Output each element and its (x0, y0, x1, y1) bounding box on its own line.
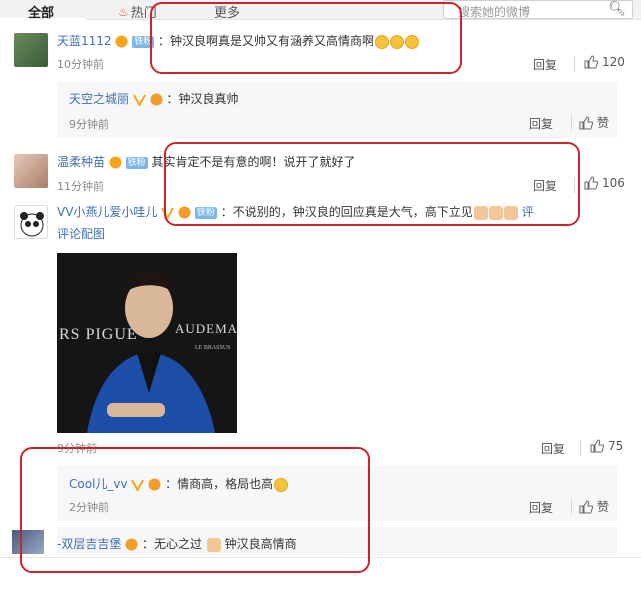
divider (574, 56, 575, 72)
divider (571, 499, 572, 515)
photo-text-right: AUDEMARS (175, 321, 237, 336)
reply-button[interactable]: 回复 (533, 56, 557, 73)
photo-text-left: RS PIGUE (59, 326, 138, 343)
divider (580, 440, 581, 456)
thumbs-up-icon (590, 439, 604, 453)
like-count: 120 (602, 55, 625, 69)
panda-icon (20, 212, 44, 237)
avatar[interactable] (14, 33, 48, 67)
thumbs-up-icon (579, 115, 593, 129)
search-icon[interactable]: 🔍︎ (608, 1, 626, 17)
like-button[interactable]: 120 (584, 55, 625, 69)
comment-photo[interactable]: RS PIGUE AUDEMARS LE BRASSUS (57, 253, 237, 433)
vip-icon (132, 93, 146, 108)
reply-line: 天空之城丽 ：钟汉良真帅 (69, 90, 239, 108)
avatar[interactable] (14, 154, 48, 188)
fan-badge: 铁粉 (125, 156, 148, 169)
username[interactable]: 温柔种苗 (57, 155, 105, 169)
thumbs-up-icon (584, 55, 598, 69)
timestamp: 11分钟前 (57, 180, 104, 193)
like-button[interactable]: 赞 (579, 114, 609, 131)
fire-icon: ♨ (118, 4, 129, 19)
like-button[interactable]: 75 (590, 439, 623, 453)
search-placeholder: 搜索她的微博 (458, 5, 531, 19)
thumbs-up-icon (579, 499, 593, 513)
like-label: 赞 (597, 116, 610, 130)
reply-button[interactable]: 回复 (529, 499, 553, 516)
highlight-box (20, 447, 370, 573)
like-count: 75 (608, 439, 624, 453)
reply-block: 天空之城丽 ：钟汉良真帅 9分钟前 回复 赞 (57, 82, 617, 138)
photo-image: RS PIGUE AUDEMARS LE BRASSUS (57, 253, 237, 433)
username[interactable]: 天蓝1112 (57, 34, 112, 48)
highlight-box (150, 2, 462, 74)
vip-level-icon (150, 93, 163, 106)
highlight-box (164, 142, 580, 226)
reply-username[interactable]: 天空之城丽 (69, 92, 129, 106)
like-button[interactable]: 赞 (579, 498, 609, 515)
like-button[interactable]: 106 (584, 176, 625, 190)
username[interactable]: VV小燕儿爱小哇儿 (57, 205, 157, 219)
like-label: 赞 (597, 500, 610, 514)
reply-text: ：钟汉良真帅 (166, 92, 239, 106)
timestamp: 10分钟前 (57, 58, 104, 71)
tab-all[interactable]: 全部 (28, 2, 54, 21)
photo-text-small: LE BRASSUS (195, 345, 231, 351)
reply-button[interactable]: 回复 (541, 440, 565, 457)
reply-timestamp: 9分钟前 (69, 118, 109, 131)
panda-avatar[interactable] (14, 205, 48, 239)
thumbs-up-icon (584, 176, 598, 190)
vip-icon (115, 35, 128, 48)
divider (571, 115, 572, 131)
reply-button[interactable]: 回复 (529, 115, 553, 132)
vip-icon (109, 156, 122, 169)
view-picture-link-line: 评论配图 (57, 225, 105, 242)
view-picture-link[interactable]: 评论配图 (57, 227, 105, 241)
search-input[interactable]: 搜索她的微博 🔍︎ (443, 0, 633, 19)
like-count: 106 (602, 176, 625, 190)
